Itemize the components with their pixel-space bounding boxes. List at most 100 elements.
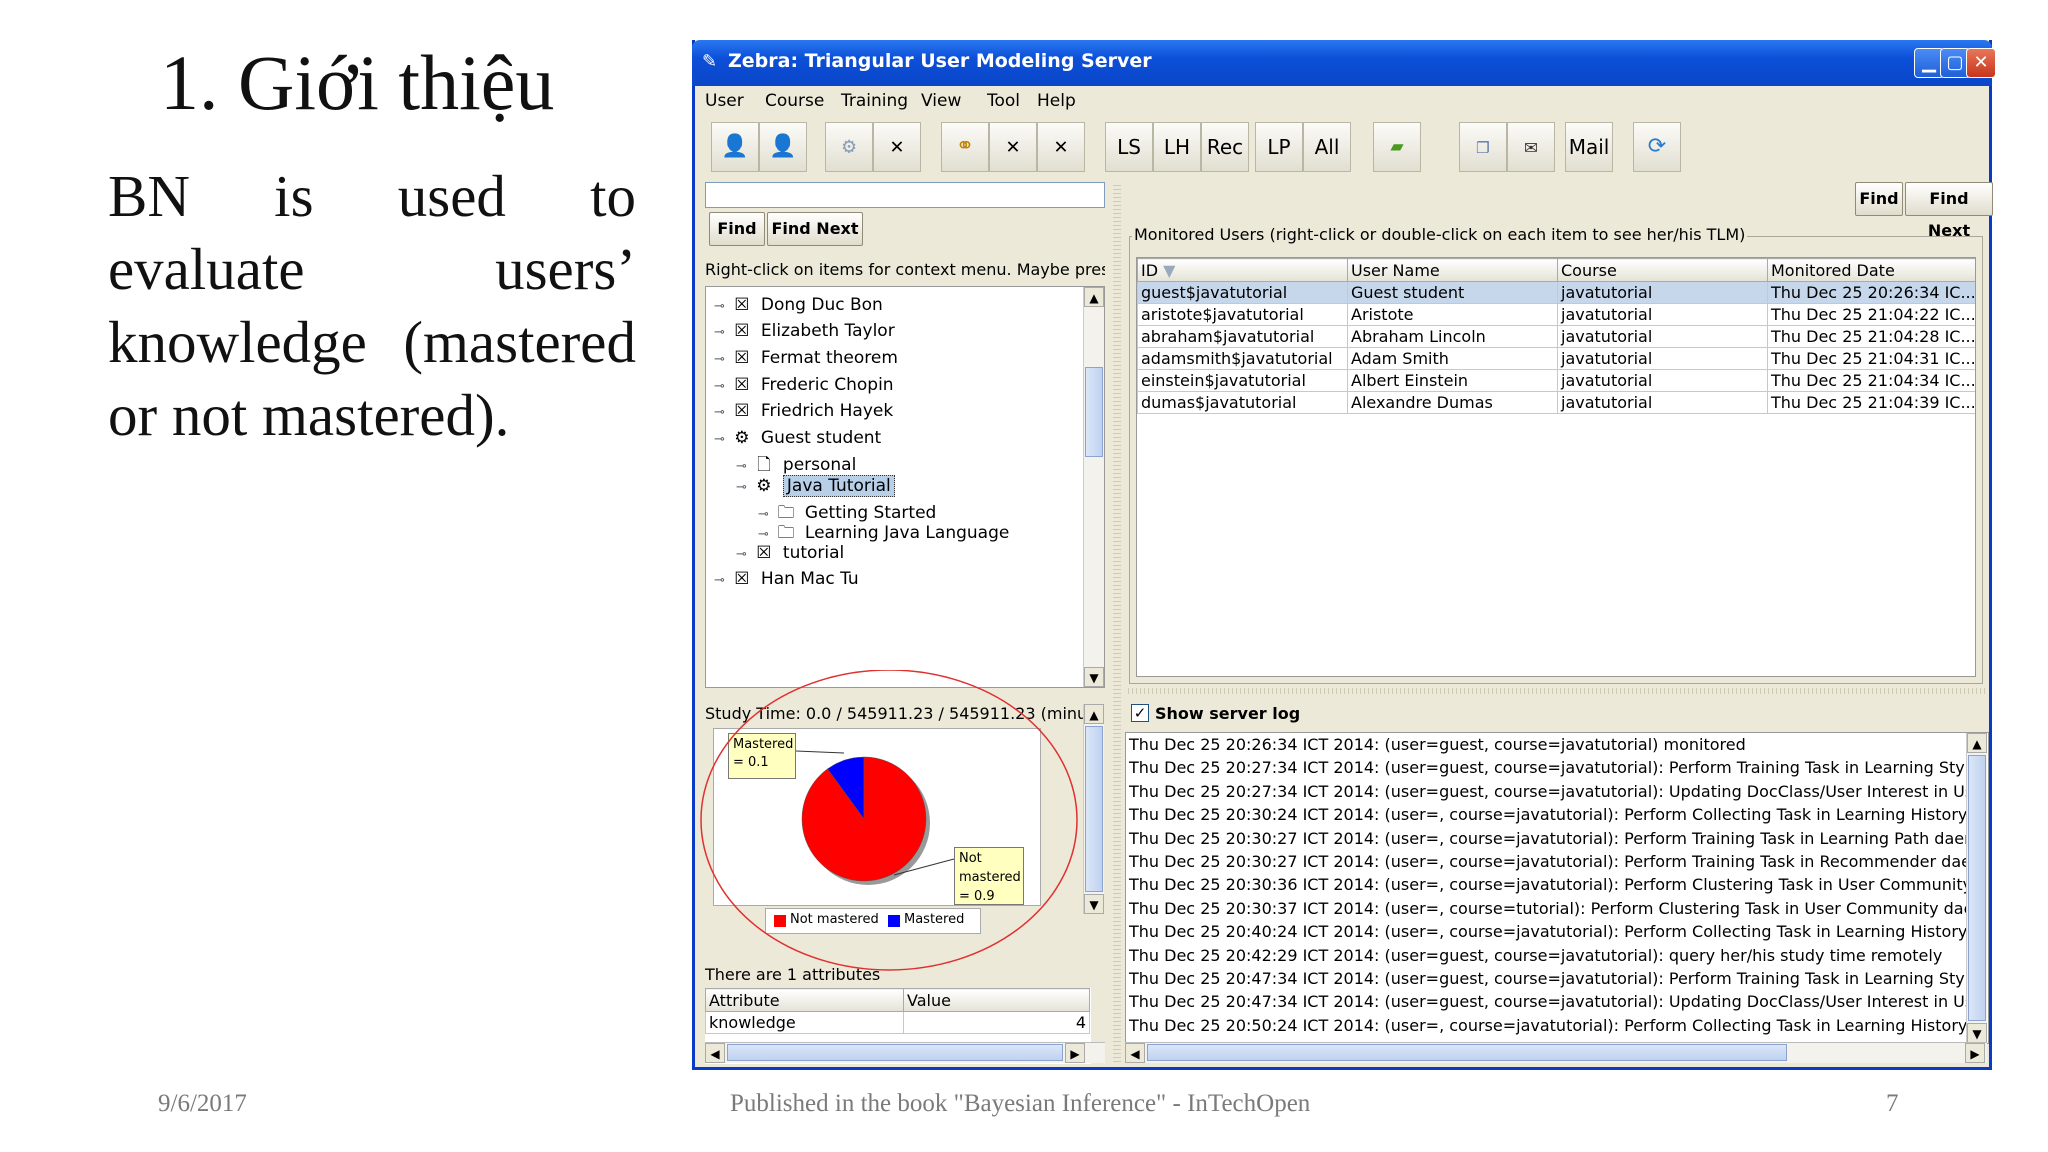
scroll-right-icon[interactable]: ▶ [1065,1043,1085,1063]
expand-handle-icon[interactable]: ⊸ [758,527,769,542]
table-cell: javatutorial [1557,347,1768,370]
tree-node[interactable]: ⊸ ☒ Elizabeth Taylor [714,321,895,341]
tree-node[interactable]: ⊸ ☒ Friedrich Hayek [714,401,893,421]
x-icon: ☒ [734,375,750,395]
log-h-scroll-thumb[interactable] [1147,1044,1787,1061]
tree-node[interactable]: ⊸ ☒ Dong Duc Bon [714,295,883,315]
menu-user[interactable]: User [705,91,744,111]
course-header[interactable]: Course [1557,258,1768,282]
find-button[interactable]: Find [709,212,765,246]
right-find-next-button[interactable]: Find Next [1905,182,1993,240]
expand-handle-icon[interactable]: ⊸ [714,325,725,340]
mail-button[interactable]: Mail [1565,122,1613,172]
table-row[interactable]: abraham$javatutorial Abraham Lincoln javat… [1137,325,1975,348]
log-scrollbar[interactable]: ▲ ▼ [1966,733,1987,1043]
clear-community-icon[interactable]: ✕ [1037,122,1085,172]
log-scroll-left-icon[interactable]: ◀ [1125,1043,1145,1063]
refresh-icon[interactable]: ⟳ [1633,122,1681,172]
expand-handle-icon[interactable]: ⊸ [714,379,725,394]
monitored-date-header[interactable]: Monitored Date [1767,258,1975,282]
tree-node[interactable]: ⊸ ☒ Frederic Chopin [714,375,894,395]
community-icon[interactable]: ⚭ [941,122,989,172]
table-cell: Abraham Lincoln [1347,325,1558,348]
table-row[interactable]: aristote$javatutorial Aristote javatutoria… [1137,303,1975,326]
table-cell: javatutorial [1557,325,1768,348]
tree-node[interactable]: ⊸ ☒ tutorial [736,543,844,563]
log-h-scrollbar[interactable]: ◀ ▶ [1125,1042,1987,1063]
expand-handle-icon[interactable]: ⊸ [714,432,725,447]
log-line: Thu Dec 25 20:42:29 ICT 2014: (user=gues… [1129,945,1943,965]
search-input[interactable] [705,182,1105,208]
slide-body-text: BN is used to evaluate users’ knowledge … [108,163,636,448]
expand-handle-icon[interactable]: ⊸ [714,299,725,314]
x-icon: ☒ [756,543,772,563]
log-scroll-thumb[interactable] [1968,755,1986,1021]
copy-icon[interactable]: ❐ [1459,122,1507,172]
table-cell: einstein$javatutorial [1137,369,1348,392]
feedback-icon[interactable]: ✉ [1507,122,1555,172]
scroll-up-icon[interactable]: ▲ [1084,287,1104,307]
right-find-button[interactable]: Find [1855,182,1903,216]
table-cell: Thu Dec 25 21:04:34 IC... [1767,369,1975,392]
vertical-splitter[interactable] [1113,182,1121,1062]
table-row[interactable]: adamsmith$javatutorial Adam Smith javatuto… [1137,347,1975,370]
remove-user-icon[interactable]: 👤 [759,122,807,172]
show-log-checkbox[interactable]: ✓ [1131,704,1149,722]
slide-title: 1. Giới thiệu [160,39,555,126]
expand-handle-icon[interactable]: ⊸ [714,405,725,420]
remove-course-icon[interactable]: ✕ [873,122,921,172]
log-line: Thu Dec 25 20:30:24 ICT 2014: (user=, co… [1129,805,1966,825]
table-row[interactable]: guest$javatutorial Guest student javatutor… [1137,281,1975,304]
lh-button[interactable]: LH [1153,122,1201,172]
monitored-users-title: Monitored Users (right-click or double-c… [1132,225,1748,244]
add-user-icon[interactable]: 👤 [711,122,759,172]
attribute-cell: knowledge [705,1011,904,1034]
tree-node[interactable]: ⊸ ⚙ Java Tutorial [736,475,895,497]
username-header[interactable]: User Name [1347,258,1558,282]
server-log[interactable]: Thu Dec 25 20:26:34 ICT 2014: (user=gues… [1125,732,1989,1044]
menu-course[interactable]: Course [765,91,824,111]
table-cell: Alexandre Dumas [1347,391,1558,414]
log-scroll-up-icon[interactable]: ▲ [1967,733,1987,753]
expand-handle-icon[interactable]: ⊸ [736,547,747,562]
context-hint: Right-click on items for context menu. M… [705,260,1105,279]
log-line: Thu Dec 25 20:26:34 ICT 2014: (user=gues… [1129,735,1746,754]
course-icon[interactable]: ⚙ [825,122,873,172]
table-row[interactable]: dumas$javatutorial Alexandre Dumas javatut… [1137,391,1975,414]
scroll-thumb[interactable] [1085,367,1103,457]
expand-handle-icon[interactable]: ⊸ [736,459,747,474]
all-button[interactable]: All [1303,122,1351,172]
log-scroll-down-icon[interactable]: ▼ [1967,1023,1987,1043]
menu-view[interactable]: View [921,91,961,111]
menu-training[interactable]: Training [841,91,908,111]
h-scroll-thumb[interactable] [727,1044,1063,1061]
close-button[interactable]: ✕ [1966,48,1996,78]
tree-scrollbar[interactable]: ▲ ▼ [1083,287,1104,687]
expand-handle-icon[interactable]: ⊸ [714,352,725,367]
expand-handle-icon[interactable]: ⊸ [714,573,725,588]
find-next-button[interactable]: Find Next [767,212,863,246]
id-header[interactable]: ID ▼ [1137,258,1348,282]
tree-node[interactable]: ⊸ ☒ Fermat theorem [714,348,898,368]
scroll-left-icon[interactable]: ◀ [705,1043,725,1063]
table-row[interactable]: einstein$javatutorial Albert Einstein java… [1137,369,1975,392]
table-cell: Thu Dec 25 21:04:28 IC... [1767,325,1975,348]
menu-help[interactable]: Help [1037,91,1076,111]
expand-handle-icon[interactable]: ⊸ [736,480,747,495]
attr-h-scrollbar[interactable]: ◀ ▶ [705,1042,1105,1063]
attribute-row[interactable]: knowledge 4 [705,1011,1090,1034]
log-scroll-right-icon[interactable]: ▶ [1965,1043,1985,1063]
ls-button[interactable]: LS [1105,122,1153,172]
horizontal-splitter[interactable] [1125,688,1987,694]
tree-node-label: Han Mac Tu [760,569,859,589]
remove-community-icon[interactable]: ✕ [989,122,1037,172]
rec-button[interactable]: Rec [1201,122,1249,172]
x-icon: ☒ [734,321,750,341]
menu-tool[interactable]: Tool [987,91,1020,111]
tree-node-label: Fermat theorem [760,348,898,368]
title-bar[interactable]: ✎ Zebra: Triangular User Modeling Server… [692,40,1996,86]
lp-button[interactable]: LP [1255,122,1303,172]
tree-node[interactable]: ⊸ ⚙ Guest student [714,428,881,448]
tree-node[interactable]: ⊸ ☒ Han Mac Tu [714,569,859,589]
train-icon[interactable]: ▰ [1373,122,1421,172]
